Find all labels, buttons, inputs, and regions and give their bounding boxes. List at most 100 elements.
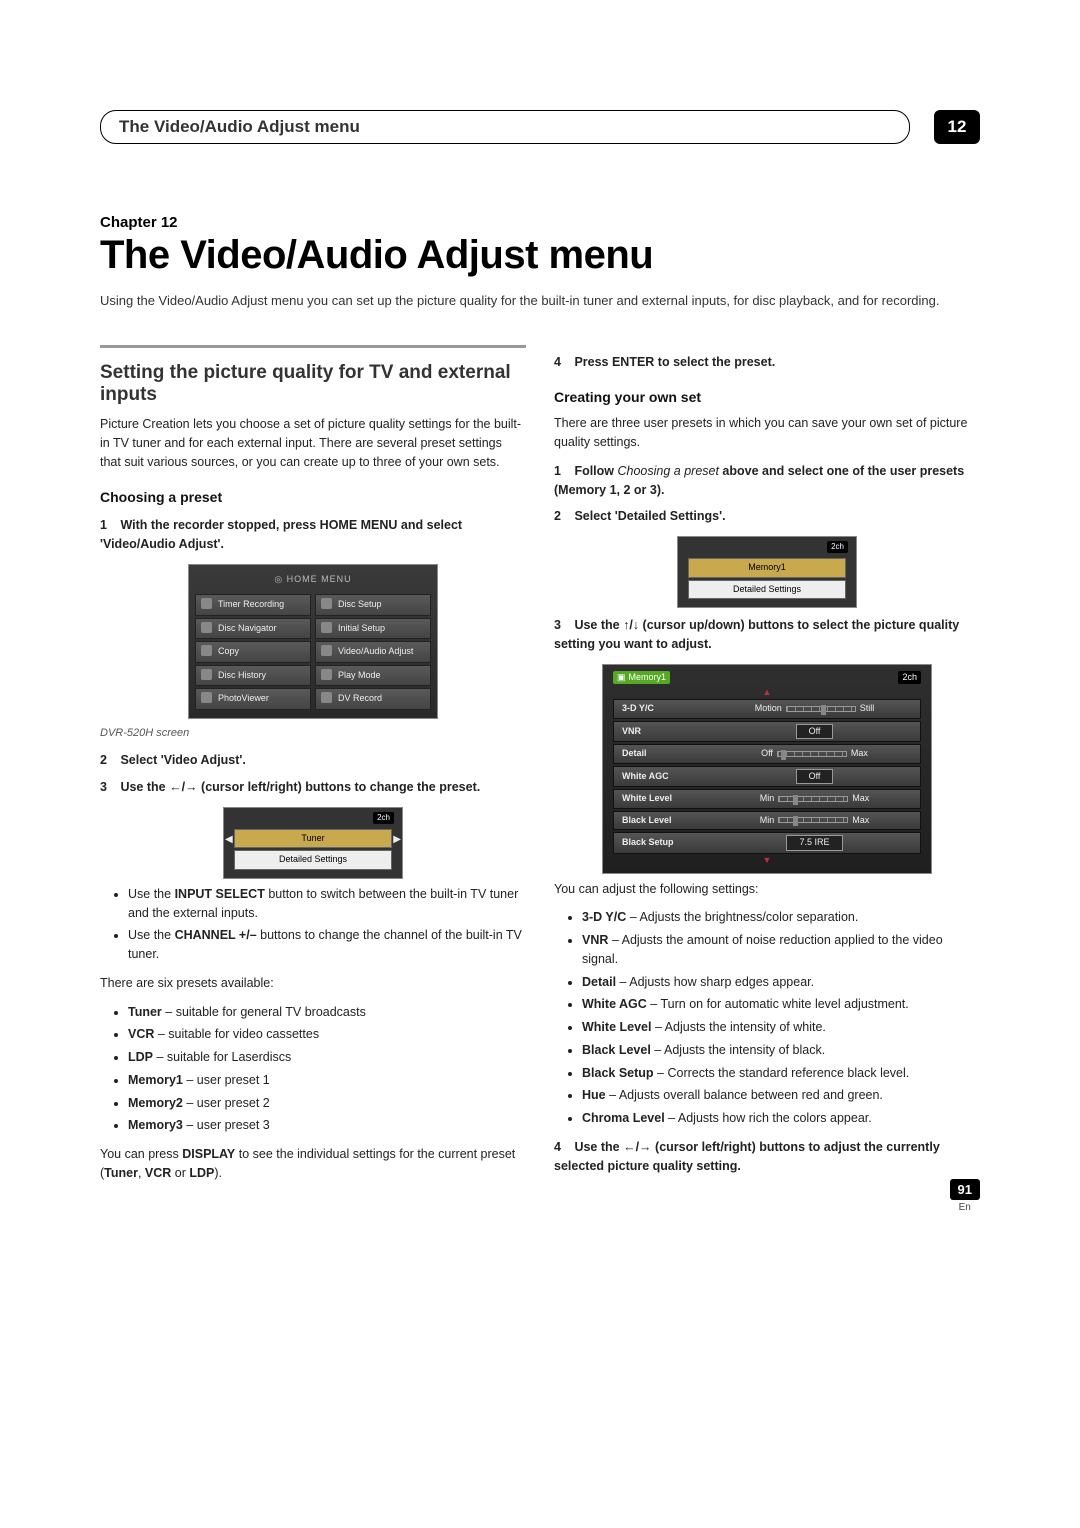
triangle-left-icon: ◀ [225, 832, 233, 847]
osd-item[interactable]: Disc History [195, 665, 311, 687]
setting-name: VNR [582, 933, 608, 947]
history-icon [201, 669, 212, 680]
osd-preset-label: ▣ Memory1 [613, 671, 670, 685]
slider-track[interactable] [786, 706, 856, 712]
tip-text: Use the [128, 928, 175, 942]
setup-icon [321, 598, 332, 609]
osd-item[interactable]: Play Mode [315, 665, 431, 687]
osd-preset-name: Memory1 [629, 671, 667, 685]
osd-row-selected[interactable]: ◀ Tuner ▶ [234, 829, 392, 849]
detail-row-name: VNR [622, 725, 717, 739]
osd-item-label: Timer Recording [218, 599, 284, 609]
setting-item: Detail – Adjusts how sharp edges appear. [582, 973, 980, 992]
copy-icon [201, 645, 212, 656]
text: You can press [100, 1147, 182, 1161]
play-icon [321, 669, 332, 680]
osd-item[interactable]: Copy [195, 641, 311, 663]
value-box[interactable]: Off [796, 724, 834, 740]
osd-item[interactable]: Timer Recording [195, 594, 311, 616]
setting-desc: – Adjusts the amount of noise reduction … [582, 933, 943, 966]
osd-row-selected[interactable]: Memory1 [688, 558, 846, 578]
slider-track[interactable] [778, 796, 848, 802]
osd-row-label: Tuner [301, 833, 324, 843]
setting-desc: – Adjusts overall balance between red an… [606, 1088, 883, 1102]
osd-item[interactable]: PhotoViewer [195, 688, 311, 710]
step-number: 4 [554, 1140, 561, 1154]
value-box[interactable]: 7.5 IRE [786, 835, 842, 851]
preset-item: LDP – suitable for Laserdiscs [128, 1048, 526, 1067]
step-number: 3 [100, 780, 107, 794]
preset-item: Memory3 – user preset 3 [128, 1116, 526, 1135]
value-box[interactable]: Off [796, 769, 834, 785]
detail-row[interactable]: DetailOffMax [613, 744, 921, 764]
setting-item: White AGC – Turn on for automatic white … [582, 995, 980, 1014]
osd-item-label: PhotoViewer [218, 693, 269, 703]
arrow-left-right-icon: ←/→ [623, 1140, 651, 1154]
osd-row[interactable]: Detailed Settings [234, 850, 392, 870]
slider-knob[interactable] [793, 816, 798, 826]
slider-knob[interactable] [781, 750, 786, 760]
detail-row[interactable]: Black Setup7.5 IRE [613, 832, 921, 854]
detail-row-value: MotionStill [717, 702, 912, 716]
channel-badge: 2ch [898, 671, 921, 685]
detail-row-name: Black Level [622, 814, 717, 828]
osd-item-label: Video/Audio Adjust [338, 646, 413, 656]
scroll-down-icon: ▼ [607, 856, 927, 865]
tip-text: Use the [128, 887, 175, 901]
text: or [171, 1166, 189, 1180]
key: LDP [189, 1166, 214, 1180]
left-column: Setting the picture quality for TV and e… [100, 345, 526, 1193]
osd-item-label: Initial Setup [338, 623, 385, 633]
preset-name: Memory3 [128, 1118, 183, 1132]
detail-row-value: Off [717, 769, 912, 785]
slider-knob[interactable] [793, 795, 798, 805]
step-number: 4 [554, 355, 561, 369]
header-title-pill: The Video/Audio Adjust menu [100, 110, 910, 144]
osd-item[interactable]: DV Record [315, 688, 431, 710]
detail-row[interactable]: Black LevelMinMax [613, 811, 921, 831]
setting-item: Hue – Adjusts overall balance between re… [582, 1086, 980, 1105]
slider-min-label: Off [761, 747, 773, 761]
detail-row[interactable]: White AGCOff [613, 766, 921, 788]
page-number: 91 [950, 1179, 980, 1200]
setting-name: White AGC [582, 997, 647, 1011]
detail-row[interactable]: VNR Off [613, 721, 921, 743]
detail-row-value: OffMax [717, 747, 912, 761]
display-note: You can press DISPLAY to see the individ… [100, 1145, 526, 1183]
osd-row[interactable]: Detailed Settings [688, 580, 846, 600]
osd-item[interactable]: Initial Setup [315, 618, 431, 640]
setting-item: Black Level – Adjusts the intensity of b… [582, 1041, 980, 1060]
osd-item[interactable]: Disc Setup [315, 594, 431, 616]
osd-item-label: Disc History [218, 670, 266, 680]
osd-logo-text: HOME MENU [287, 574, 352, 584]
slider-min-label: Min [760, 792, 775, 806]
photo-icon [201, 692, 212, 703]
subheading-creating-set: Creating your own set [554, 387, 980, 408]
osd-item[interactable]: Video/Audio Adjust [315, 641, 431, 663]
step-4: 4 Press ENTER to select the preset. [554, 353, 980, 372]
detail-row-value: 7.5 IRE [717, 835, 912, 851]
step-number: 3 [554, 618, 561, 632]
setting-name: Detail [582, 975, 616, 989]
detail-row[interactable]: 3-D Y/CMotionStill [613, 699, 921, 719]
disc-icon [201, 622, 212, 633]
section-body: Picture Creation lets you choose a set o… [100, 415, 526, 471]
setting-name: White Level [582, 1020, 651, 1034]
slider-knob[interactable] [821, 705, 826, 715]
gear-icon [321, 622, 332, 633]
setting-name: Hue [582, 1088, 606, 1102]
preset-item: Memory1 – user preset 1 [128, 1071, 526, 1090]
step-2: 2 Select 'Video Adjust'. [100, 751, 526, 770]
tip-key: INPUT SELECT [175, 887, 265, 901]
detail-row[interactable]: White LevelMinMax [613, 789, 921, 809]
setting-desc: – Adjusts how rich the colors appear. [665, 1111, 872, 1125]
right-step-3: 3 Use the ↑/↓ (cursor up/down) buttons t… [554, 616, 980, 654]
slider-track[interactable] [778, 817, 848, 823]
setting-name: 3-D Y/C [582, 910, 626, 924]
slider-track[interactable] [777, 751, 847, 757]
right-step-1: 1 Follow Choosing a preset above and sel… [554, 462, 980, 500]
preset-desc: – suitable for general TV broadcasts [162, 1005, 366, 1019]
osd-item[interactable]: Disc Navigator [195, 618, 311, 640]
presets-intro: There are six presets available: [100, 974, 526, 993]
osd-detailed-settings: ▣ Memory1 2ch ▲ 3-D Y/CMotionStillVNROff… [602, 664, 932, 874]
